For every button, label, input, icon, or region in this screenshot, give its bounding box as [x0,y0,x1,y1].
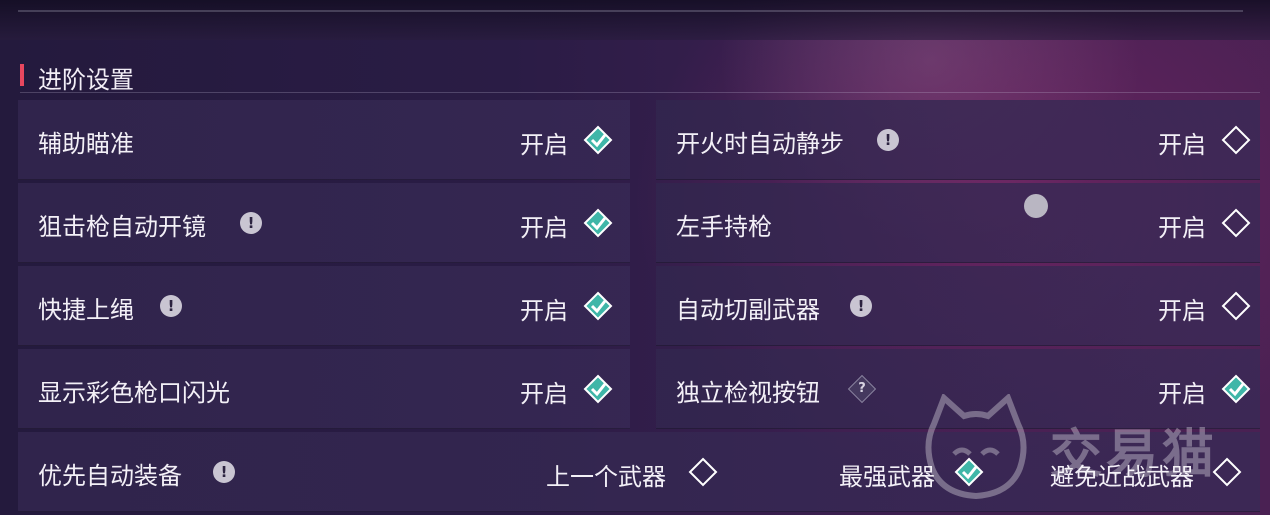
watermark-text: 交易猫 [1050,425,1219,485]
setting-value: 开启 [1158,214,1206,242]
radio-unchecked-icon[interactable] [688,457,718,487]
setting-row-quick-zipline[interactable]: 快捷上绳 ! 开启 [18,266,630,346]
setting-label: 狙击枪自动开镜 [38,213,206,241]
info-icon[interactable]: ! [877,129,899,151]
info-icon[interactable]: ! [240,212,262,234]
setting-label: 辅助瞄准 [38,130,134,158]
scroll-knob[interactable] [1024,194,1048,218]
setting-value: 开启 [520,297,568,325]
checkbox-unchecked-icon[interactable] [1221,125,1251,155]
question-mark: ? [858,381,866,396]
setting-row-auto-switch-secondary[interactable]: 自动切副武器 ! 开启 [656,266,1260,346]
cat-logo-icon [925,394,1027,500]
checkbox-checked-icon[interactable] [583,374,613,404]
setting-value: 开启 [520,214,568,242]
watermark: 交易猫 [920,394,1250,504]
question-icon[interactable]: ? [847,374,877,404]
checkbox-checked-icon[interactable] [583,291,613,321]
checkbox-checked-icon[interactable] [583,125,613,155]
option-label: 上一个武器 [546,463,666,491]
setting-label: 独立检视按钮 [676,379,820,407]
info-icon[interactable]: ! [160,295,182,317]
setting-label: 优先自动装备 [38,462,182,490]
section-header: 进阶设置 [20,58,1260,94]
setting-row-colored-muzzle-flash[interactable]: 显示彩色枪口闪光 开启 [18,349,630,429]
setting-value: 开启 [1158,131,1206,159]
top-strip [0,0,1270,40]
setting-label: 快捷上绳 [38,296,134,324]
setting-row-left-hand[interactable]: 左手持枪 开启 [656,183,1260,263]
section-title: 进阶设置 [38,66,134,94]
setting-value: 开启 [520,131,568,159]
info-icon[interactable]: ! [213,461,235,483]
info-icon[interactable]: ! [850,295,872,317]
setting-label: 左手持枪 [676,213,772,241]
divider [18,10,1243,12]
setting-row-auto-silent-walk[interactable]: 开火时自动静步 ! 开启 [656,100,1260,180]
checkbox-checked-icon[interactable] [583,208,613,238]
checkbox-unchecked-icon[interactable] [1221,208,1251,238]
setting-row-sniper-auto-scope[interactable]: 狙击枪自动开镜 ! 开启 [18,183,630,263]
setting-label: 开火时自动静步 [676,130,844,158]
setting-label: 自动切副武器 [676,296,820,324]
checkbox-unchecked-icon[interactable] [1221,291,1251,321]
setting-label: 显示彩色枪口闪光 [38,379,230,407]
section-accent-bar [20,64,24,86]
setting-value: 开启 [520,380,568,408]
setting-row-aim-assist[interactable]: 辅助瞄准 开启 [18,100,630,180]
setting-value: 开启 [1158,297,1206,325]
